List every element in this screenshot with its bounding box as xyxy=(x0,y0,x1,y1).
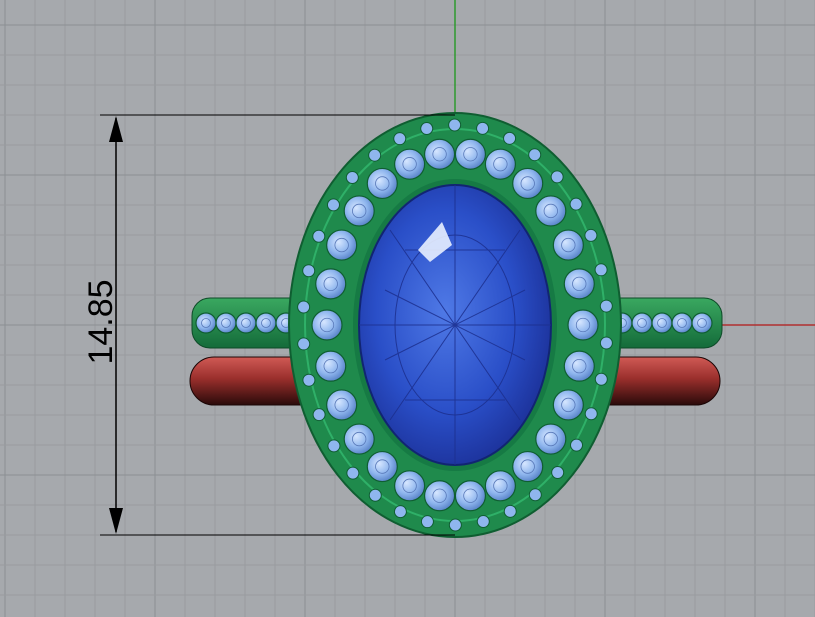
outer-accent-stone xyxy=(302,264,316,278)
accent-stone xyxy=(691,312,713,334)
accent-stone xyxy=(315,350,347,382)
accent-stone xyxy=(255,312,277,334)
rhino-top-viewport[interactable]: 14.85 xyxy=(0,0,815,617)
accent-stone xyxy=(215,312,237,334)
accent-stone xyxy=(512,167,544,200)
outer-accent-stone xyxy=(503,504,517,518)
outer-accent-stone xyxy=(393,132,407,146)
outer-accent-stone xyxy=(302,373,316,387)
accent-stone xyxy=(552,229,584,261)
outer-accent-stone xyxy=(368,488,382,502)
accent-stone xyxy=(423,138,456,170)
accent-stone xyxy=(484,470,516,502)
accent-stone xyxy=(394,470,426,502)
outer-accent-stone xyxy=(503,131,517,145)
outer-accent-stone xyxy=(297,300,311,314)
outer-accent-stone xyxy=(345,171,359,185)
viewport-canvas[interactable]: 14.85 xyxy=(0,0,815,617)
outer-accent-stone xyxy=(584,407,598,421)
center-stone[interactable] xyxy=(353,179,557,471)
accent-stone xyxy=(454,138,487,170)
outer-accent-stone xyxy=(528,148,542,162)
accent-stone xyxy=(563,350,595,382)
accent-stone xyxy=(343,195,375,227)
accent-stone xyxy=(535,423,567,455)
outer-accent-stone xyxy=(594,372,608,386)
outer-accent-stone xyxy=(420,515,434,529)
outer-accent-stone xyxy=(448,118,462,132)
accent-stone xyxy=(326,229,358,261)
accent-stone xyxy=(366,167,398,200)
accent-stone xyxy=(343,423,375,455)
outer-accent-stone xyxy=(550,170,564,184)
outer-accent-stone xyxy=(570,438,584,452)
outer-accent-stone xyxy=(420,121,434,135)
accent-stone xyxy=(235,312,257,334)
outer-accent-stone xyxy=(393,505,407,519)
accent-stone xyxy=(454,480,487,512)
accent-stone xyxy=(631,312,653,334)
outer-accent-stone xyxy=(476,121,490,135)
accent-stone xyxy=(535,195,567,227)
dimension-label: 14.85 xyxy=(82,279,120,364)
accent-stone xyxy=(671,312,693,334)
accent-stone xyxy=(315,268,347,300)
outer-accent-stone xyxy=(448,518,462,532)
accent-stone xyxy=(484,148,516,180)
outer-accent-stone xyxy=(312,408,326,422)
outer-accent-stone xyxy=(599,299,613,313)
accent-stone xyxy=(195,312,217,334)
accent-stone xyxy=(563,268,595,300)
accent-stone xyxy=(311,309,343,341)
accent-stone xyxy=(512,450,544,483)
outer-accent-stone xyxy=(312,229,326,243)
outer-accent-stone xyxy=(476,515,490,529)
outer-accent-stone xyxy=(584,228,598,242)
accent-stone xyxy=(326,389,358,421)
accent-stone xyxy=(394,148,426,180)
outer-accent-stone xyxy=(569,197,583,211)
accent-stone xyxy=(366,450,398,483)
outer-accent-stone xyxy=(297,337,311,351)
outer-accent-stone xyxy=(326,198,340,212)
accent-stone xyxy=(651,312,673,334)
outer-accent-stone xyxy=(528,488,542,502)
accent-stone xyxy=(552,389,584,421)
outer-accent-stone xyxy=(327,439,341,453)
accent-stone xyxy=(423,480,456,512)
outer-accent-stone xyxy=(594,263,608,277)
accent-stone xyxy=(567,309,599,341)
outer-accent-stone xyxy=(346,466,360,480)
outer-accent-stone xyxy=(551,465,565,479)
outer-accent-stone xyxy=(599,336,613,350)
outer-accent-stone xyxy=(368,148,382,162)
